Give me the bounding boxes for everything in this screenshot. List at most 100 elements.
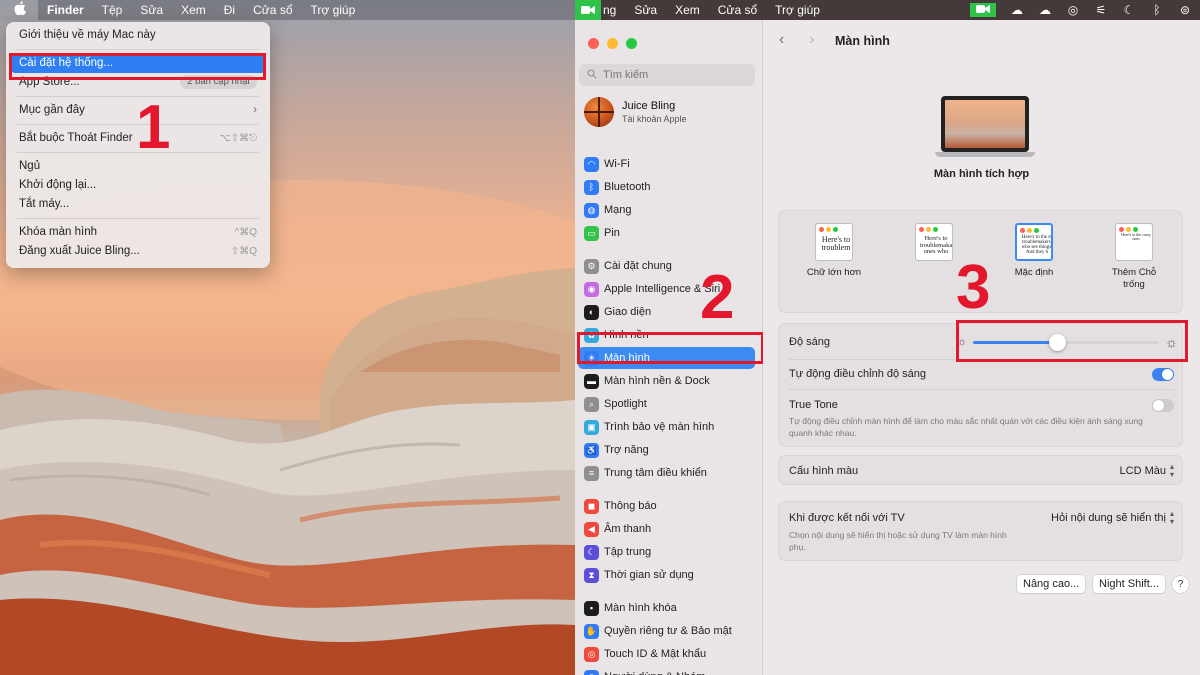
menu-help[interactable]: Trợ giúp	[302, 0, 365, 20]
sidebar-item[interactable]: ▬ Màn hình nền & Dock	[578, 370, 755, 392]
facetime-icon[interactable]	[575, 0, 601, 20]
sidebar-item[interactable]: ᛒ Bluetooth	[578, 176, 755, 198]
search-input[interactable]	[603, 69, 743, 81]
sidebar-item-label: Người dùng & Nhóm	[604, 671, 705, 675]
true-tone-toggle[interactable]	[1152, 398, 1174, 412]
apple-account[interactable]: Juice Bling Tài khoản Apple	[584, 97, 687, 127]
search-field[interactable]	[579, 64, 755, 86]
sidebar-item[interactable]: ≡ Trung tâm điều khiển	[578, 462, 755, 484]
resolution-option-larger-text[interactable]: Here's to troublem Chữ lớn hơn	[789, 223, 879, 279]
menu-edit-right[interactable]: Sửa	[625, 0, 666, 20]
menu-help-right[interactable]: Trợ giúp	[766, 0, 829, 20]
menu-bar-right: ng Sửa Xem Cửa sổ Trợ giúp ☁ ☁ ◎ ⚟ ☾ ᛒ ⊜	[575, 0, 1200, 20]
control-center-icon[interactable]: ⊜	[1178, 3, 1192, 17]
menu-go[interactable]: Đi	[215, 0, 244, 20]
sidebar-item[interactable]: ▣ Trình bảo vệ màn hình	[578, 416, 755, 438]
help-button[interactable]: ?	[1172, 576, 1189, 593]
auto-brightness-label: Tự động điều chỉnh độ sáng	[789, 368, 927, 380]
status-icons: ☁ ☁ ◎ ⚟ ☾ ᛒ ⊜	[970, 0, 1192, 20]
sidebar-item[interactable]: ✋ Quyền riêng tư & Bảo mật	[578, 620, 755, 642]
wifi-off-icon[interactable]: ⚟	[1094, 3, 1108, 17]
pane-titlebar: ‹ › Màn hình	[763, 20, 1200, 62]
brightness-label: Độ sáng	[789, 336, 830, 348]
menu-window-right[interactable]: Cửa sổ	[709, 0, 766, 20]
facetime-status-icon[interactable]	[970, 3, 996, 17]
appearance-icon: ◐	[584, 304, 599, 320]
menu-file[interactable]: Tệp	[93, 0, 132, 20]
globe-icon: ◍	[584, 202, 599, 218]
row-separator	[789, 389, 1174, 390]
menu-app-name[interactable]: Finder	[38, 0, 93, 20]
menu-partial[interactable]: ng	[601, 0, 625, 20]
menu-item-lock-screen[interactable]: Khóa màn hình ^⌘Q	[11, 223, 265, 242]
sidebar-item-label: Màn hình khóa	[604, 602, 677, 614]
close-window-button[interactable]	[588, 38, 599, 49]
sidebar-item[interactable]: ⧗ Thời gian sử dụng	[578, 564, 755, 586]
resolution-thumbnail: Here's to troublemaka ones who	[915, 223, 953, 261]
minimize-window-button[interactable]	[607, 38, 618, 49]
sidebar-item[interactable]: ◀ Âm thanh	[578, 518, 755, 540]
color-profile-value: LCD Màu	[1119, 465, 1166, 477]
menu-item-shut-down[interactable]: Tắt máy...	[11, 195, 265, 214]
auto-brightness-row: Tự động điều chỉnh độ sáng	[779, 364, 1184, 384]
resolution-option-default[interactable]: Here's to the m troublemakers. who see t…	[989, 223, 1079, 279]
menu-edit[interactable]: Sửa	[131, 0, 172, 20]
display-name: Màn hình tích hợp	[933, 168, 1030, 180]
forward-arrow-icon[interactable]: ›	[809, 31, 814, 49]
menu-item-lock-screen-label: Khóa màn hình	[19, 226, 98, 238]
advanced-button[interactable]: Nâng cao...	[1017, 575, 1086, 593]
color-profile-card: Cấu hình màu LCD Màu ▴ ▾	[778, 455, 1183, 485]
back-arrow-icon[interactable]: ‹	[779, 31, 784, 49]
menu-view[interactable]: Xem	[172, 0, 215, 20]
menu-item-log-out-label: Đăng xuất Juice Bling...	[19, 245, 140, 257]
tv-select[interactable]: Hỏi nội dung sẽ hiển thị ▴ ▾	[1051, 510, 1174, 526]
sidebar-item-label: Tập trung	[604, 546, 652, 558]
resolution-label: Mặc định	[1014, 267, 1054, 278]
annotation-number-1: 1	[136, 93, 171, 162]
tv-label: Khi được kết nối với TV	[789, 512, 905, 524]
menu-item-log-out[interactable]: Đăng xuất Juice Bling... ⇧⌘Q	[11, 242, 265, 261]
sidebar-item[interactable]: ◎ Touch ID & Mật khẩu	[578, 643, 755, 665]
zoom-window-button[interactable]	[626, 38, 637, 49]
sidebar-item-label: Thông báo	[604, 500, 657, 512]
sidebar-item-label: Màn hình nền & Dock	[604, 375, 710, 387]
night-shift-button[interactable]: Night Shift...	[1093, 575, 1165, 593]
spotlight-icon: ⌕	[584, 396, 599, 412]
menu-item-force-quit-label: Bắt buộc Thoát Finder	[19, 132, 133, 144]
updown-chevron-icon: ▴ ▾	[1169, 509, 1174, 526]
tv-value: Hỏi nội dung sẽ hiển thị	[1051, 512, 1166, 524]
sound-icon: ◀	[584, 521, 599, 537]
notification-icon: ◼	[584, 498, 599, 514]
sidebar-item[interactable]: ⌕ Spotlight	[578, 393, 755, 415]
resolution-preview-text: Here's to the m troublemakers. who see t…	[1021, 235, 1053, 255]
menu-window[interactable]: Cửa sổ	[244, 0, 301, 20]
menu-item-about[interactable]: Giới thiệu về máy Mac này	[11, 26, 265, 45]
dock-icon: ▬	[584, 373, 599, 389]
bluetooth-icon[interactable]: ᛒ	[1150, 3, 1164, 17]
auto-brightness-toggle[interactable]	[1152, 367, 1174, 381]
cloud-icon[interactable]: ☁	[1010, 3, 1024, 17]
apple-menu-icon[interactable]	[0, 0, 38, 20]
laptop-icon[interactable]	[935, 96, 1035, 157]
cloud-error-icon[interactable]: ☁	[1038, 3, 1052, 17]
menu-item-restart[interactable]: Khởi động lại...	[11, 176, 265, 195]
resolution-preview-text: Here's to troublem	[821, 235, 851, 252]
moon-icon[interactable]: ☾	[1122, 3, 1136, 17]
sidebar-item[interactable]: ☾ Tập trung	[578, 541, 755, 563]
sidebar-item[interactable]: ▭ Pin	[578, 222, 755, 244]
sidebar-item[interactable]: ◼ Thông báo	[578, 495, 755, 517]
resolution-option-more-space[interactable]: Here's to the crazy ones Thêm Chỗ trống	[1089, 223, 1179, 292]
color-profile-select[interactable]: LCD Màu ▴ ▾	[1120, 463, 1174, 479]
annotation-box-3	[956, 320, 1188, 362]
color-profile-row: Cấu hình màu LCD Màu ▴ ▾	[779, 461, 1184, 481]
sidebar-item[interactable]: ▪ Màn hình khóa	[578, 597, 755, 619]
window-controls	[588, 38, 637, 49]
log-out-shortcut: ⇧⌘Q	[230, 246, 257, 257]
annotation-box-2	[577, 332, 764, 364]
sidebar-item[interactable]: ◍ Mạng	[578, 199, 755, 221]
sidebar-item[interactable]: ◠ Wi-Fi	[578, 153, 755, 175]
sidebar-item[interactable]: ♿ Trợ năng	[578, 439, 755, 461]
menu-view-right[interactable]: Xem	[666, 0, 709, 20]
sidebar-item[interactable]: ◉ Người dùng & Nhóm	[578, 666, 755, 675]
creative-cloud-icon[interactable]: ◎	[1066, 3, 1080, 17]
